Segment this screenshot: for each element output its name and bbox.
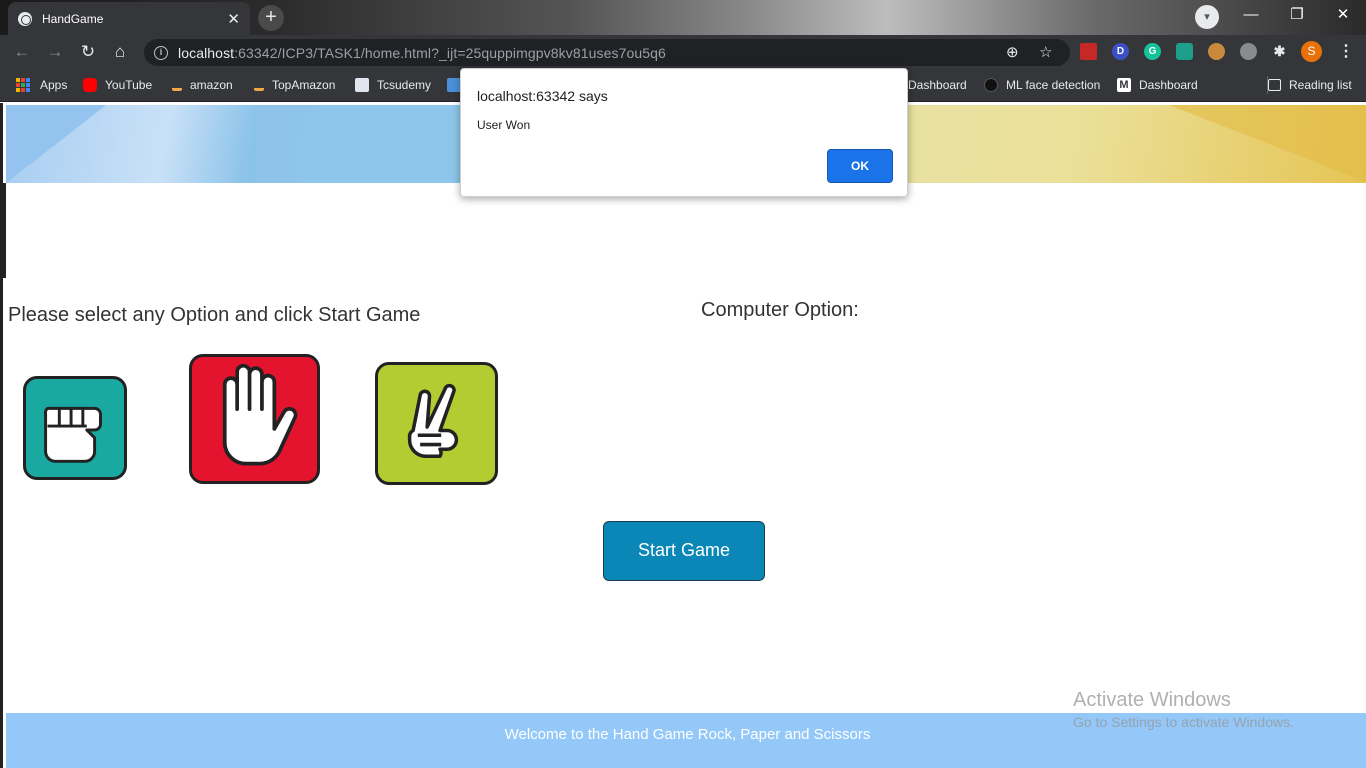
address-bar[interactable]: i localhost:63342/ICP3/TASK1/home.html?_… (144, 39, 1070, 66)
dialog-ok-button[interactable]: OK (827, 149, 893, 183)
grammarly-icon[interactable]: G (1144, 43, 1161, 60)
forward-arrow-icon[interactable]: → (43, 40, 67, 64)
browser-tab[interactable]: HandGame ✕ (8, 2, 250, 35)
reading-list-button[interactable]: Reading list (1267, 76, 1352, 94)
bookmark-apps[interactable]: Apps (16, 76, 67, 94)
bookmark-youtube[interactable]: YouTube (83, 76, 152, 94)
site-info-icon[interactable]: i (154, 45, 168, 60)
youtube-icon (83, 78, 97, 92)
start-game-button[interactable]: Start Game (603, 521, 765, 581)
home-icon[interactable]: ⌂ (108, 40, 132, 64)
cookie-icon[interactable] (1208, 43, 1225, 60)
kebab-menu-icon[interactable]: ⋮ (1338, 41, 1354, 61)
bookmark-star-icon[interactable]: ☆ (1039, 43, 1052, 61)
bookmark-amazon[interactable]: amazon (172, 76, 233, 94)
extension-book-icon[interactable] (1080, 43, 1097, 60)
amazon-icon (254, 79, 264, 91)
dialog-message: User Won (477, 118, 531, 132)
paper-option[interactable] (189, 354, 320, 484)
left-edge (3, 183, 6, 278)
bookmark-site-icon (447, 78, 461, 92)
page-viewport: Please select any Option and click Start… (0, 103, 1366, 768)
instruction-text: Please select any Option and click Start… (8, 304, 421, 326)
restore-button[interactable]: ❐ (1274, 0, 1320, 32)
extension-feedly-icon[interactable] (1176, 43, 1193, 60)
computer-option-label: Computer Option: (701, 299, 859, 321)
watermark-subtitle: Go to Settings to activate Windows. (1073, 714, 1294, 730)
scissors-hand-icon (407, 383, 459, 459)
bookmark-tcsudemy[interactable]: Tcsudemy (355, 76, 431, 94)
bookmark-topamazon[interactable]: TopAmazon (254, 76, 335, 94)
watermark-title: Activate Windows (1073, 689, 1231, 711)
browser-toolbar: ← → ↻ ⌂ i localhost:63342/ICP3/TASK1/hom… (0, 35, 1366, 69)
tata-icon (355, 78, 369, 92)
alert-dialog: localhost:63342 says User Won OK (460, 68, 908, 197)
globe-icon (18, 11, 32, 26)
reload-icon[interactable]: ↻ (76, 40, 100, 64)
reading-list-icon (1268, 79, 1281, 91)
footer-text: Welcome to the Hand Game Rock, Paper and… (504, 726, 871, 743)
puzzle-extensions-icon[interactable]: ✱ (1271, 43, 1288, 60)
apps-grid-icon (16, 78, 30, 92)
bookmark-dashboard-2[interactable]: M Dashboard (1117, 76, 1198, 94)
m-logo-icon: M (1117, 78, 1131, 92)
profile-avatar[interactable]: S (1301, 41, 1322, 62)
rock-option[interactable] (23, 376, 127, 480)
scissors-option[interactable] (375, 362, 498, 485)
window-close-button[interactable]: ✕ (1320, 0, 1366, 32)
new-tab-button[interactable]: + (258, 5, 284, 31)
bookmark-ml-face-detection[interactable]: ML face detection (984, 76, 1100, 94)
paper-hand-icon (222, 363, 298, 466)
minimize-button[interactable]: — (1228, 0, 1274, 32)
tab-search-icon[interactable]: ▾ (1195, 5, 1219, 29)
tab-strip: HandGame ✕ + ▾ — ❐ ✕ (0, 0, 1366, 35)
amazon-icon (172, 79, 182, 91)
dialog-origin: localhost:63342 says (477, 88, 608, 104)
back-arrow-icon[interactable]: ← (10, 40, 34, 64)
extension-compass-icon[interactable] (1240, 43, 1257, 60)
rock-fist-icon (43, 406, 102, 463)
bookmark-dashboard-1[interactable]: Dashboard (908, 76, 967, 94)
extension-d-icon[interactable]: D (1112, 43, 1129, 60)
zoom-icon[interactable]: ⊕ (1006, 43, 1019, 61)
activate-windows-watermark: Activate Windows Go to Settings to activ… (1073, 689, 1294, 730)
url-text: localhost:63342/ICP3/TASK1/home.html?_ij… (178, 44, 666, 61)
tab-title: HandGame (42, 11, 104, 26)
github-icon (984, 78, 998, 92)
tab-close-icon[interactable]: ✕ (227, 10, 240, 28)
